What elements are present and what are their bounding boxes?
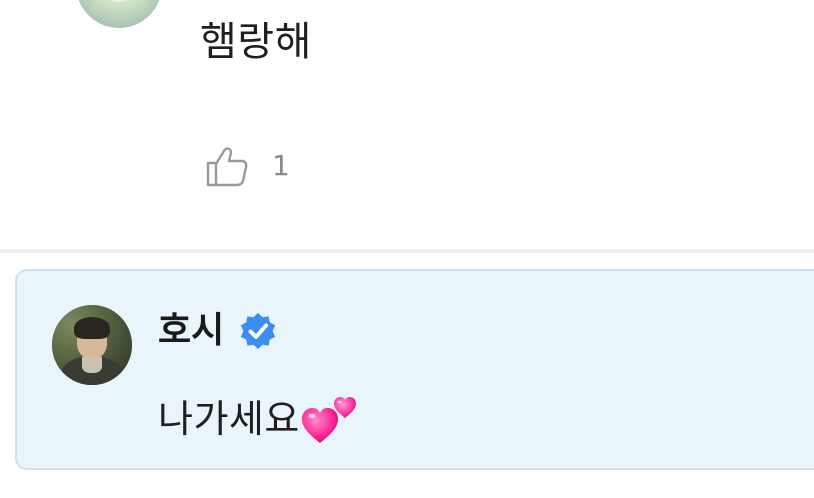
- comments-screen: 햄랑해 1 호시 나가세요: [0, 0, 814, 498]
- verified-badge-icon: [241, 313, 276, 349]
- commenter-avatar[interactable]: [76, 0, 162, 28]
- comment-text: 햄랑해: [200, 19, 312, 65]
- reply-text: 나가세요: [158, 397, 300, 441]
- comment-item: 햄랑해 1: [0, 0, 814, 248]
- two-hearts-icon: [301, 397, 356, 443]
- reply-author-avatar[interactable]: [52, 305, 132, 385]
- highlighted-reply[interactable]: 호시 나가세요: [15, 269, 814, 470]
- avatar-face: [104, 0, 134, 2]
- like-count: 1: [272, 149, 290, 182]
- reply-author-row: 호시: [158, 305, 278, 357]
- reply-author-name[interactable]: 호시: [158, 305, 224, 357]
- like-button[interactable]: 1: [204, 140, 290, 192]
- reply-body: 나가세요: [158, 389, 360, 449]
- thumbs-up-icon: [206, 147, 248, 187]
- divider: [0, 249, 814, 253]
